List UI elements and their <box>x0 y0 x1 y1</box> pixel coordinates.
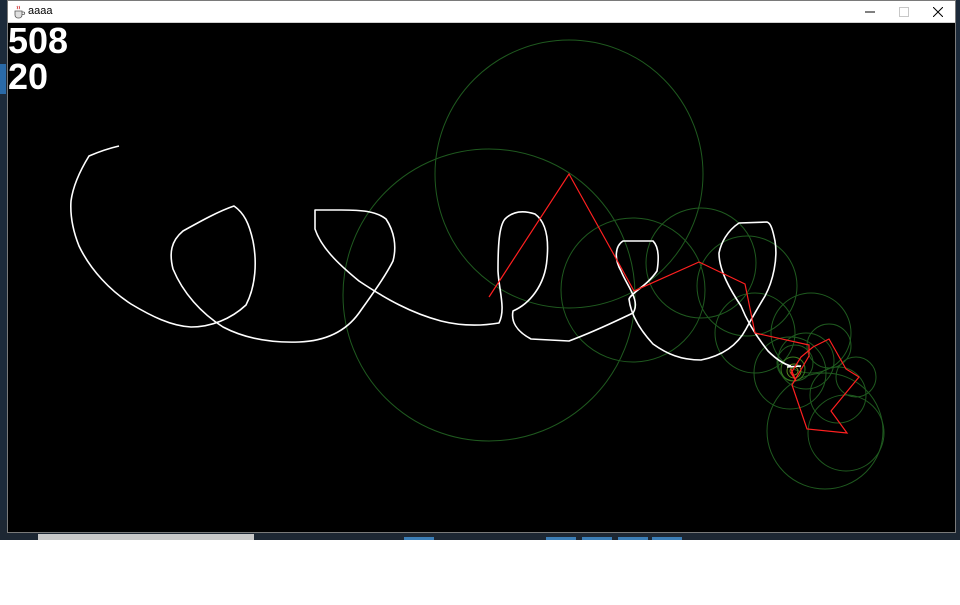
frame-counter: 508 <box>8 20 69 61</box>
traced-path <box>70 145 792 367</box>
app-window: aaaa 508 20 <box>7 0 956 533</box>
epicycle-circles <box>342 39 885 490</box>
epicycle-drawing <box>70 39 885 490</box>
pen-tip <box>786 365 802 368</box>
drawing-canvas[interactable]: 508 20 <box>8 23 955 532</box>
epicycle-arms <box>488 172 860 434</box>
circle-count: 20 <box>8 56 49 97</box>
